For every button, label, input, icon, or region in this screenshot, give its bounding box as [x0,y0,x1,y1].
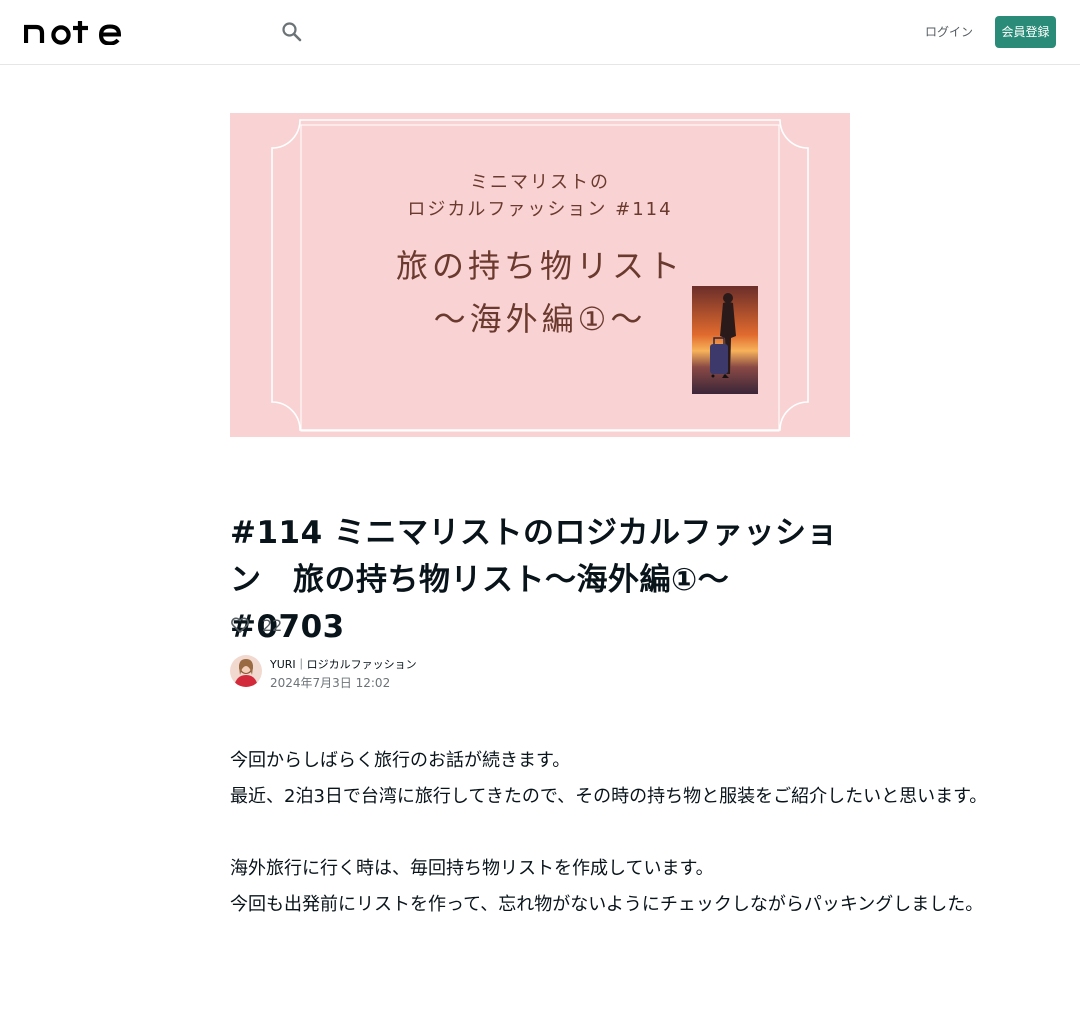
eyecatch-subtitle-2: ロジカルファッション #114 [407,199,673,220]
body-paragraph: 今回も出発前にリストを作って、忘れ物がないようにチェックしながらパッキングしまし… [230,894,984,915]
body-paragraph: 今回からしばらく旅行のお話が続きます。 [230,750,571,771]
author-avatar[interactable] [230,655,262,687]
note-logo[interactable] [23,19,124,46]
heart-icon[interactable] [230,615,250,635]
traveler-photo [692,286,758,394]
like-count: 22 [262,615,283,635]
body-paragraph: 最近、2泊3日で台湾に旅行してきたので、その時の持ち物と服装をご紹介したいと思い… [230,786,988,807]
eyecatch-heading-1: 旅の持ち物リスト [395,247,684,285]
body-paragraph: 海外旅行に行く時は、毎回持ち物リストを作成しています。 [230,858,714,879]
search-button[interactable] [279,19,305,45]
search-icon [282,22,302,42]
signup-button[interactable]: 会員登録 [995,16,1056,48]
eyecatch-image: ミニマリストの ロジカルファッション #114 旅の持ち物リスト 〜海外編①〜 [230,113,850,437]
article-title: #114 ミニマリストのロジカルファッション 旅の持ち物リスト〜海外編①〜 #0… [230,515,838,645]
login-link[interactable]: ログイン [920,22,978,42]
author-name[interactable]: YURI｜ロジカルファッション [270,656,417,672]
like-row: 22 [230,613,282,637]
site-header: ログイン 会員登録 [0,0,1080,65]
post-date: 2024年7月3日 12:02 [270,676,391,690]
eyecatch-subtitle-1: ミニマリストの [470,172,610,193]
